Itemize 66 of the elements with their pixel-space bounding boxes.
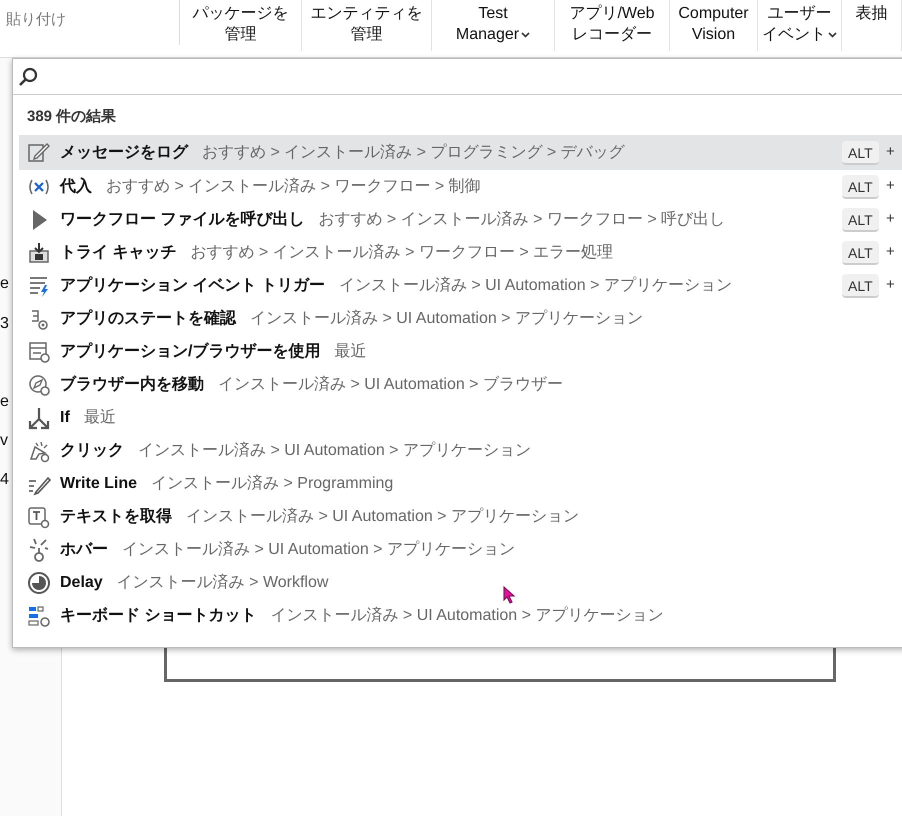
- category-path: インストール済み > UI Automation > アプリケーション: [138, 440, 531, 460]
- window-gear-icon: [27, 340, 51, 364]
- text-frame-icon: [27, 504, 51, 528]
- category-path: インストール済み > UI Automation > アプリケーション: [270, 606, 664, 626]
- plus-sign: +: [886, 275, 895, 296]
- activity-name: トライ キャッチ: [60, 242, 176, 262]
- tray-arrow-icon: [27, 240, 51, 264]
- shortcut-key: ALT: [842, 240, 879, 264]
- category-path: インストール済み > UI Automation > アプリケーション: [250, 308, 643, 328]
- activity-name: ワークフロー ファイルを呼び出し: [60, 209, 304, 230]
- mouse-pointer-icon: [503, 586, 517, 604]
- category-path: おすすめ > インストール済み > ワークフロー > エラー処理: [190, 242, 614, 262]
- background-text: e: [0, 392, 9, 412]
- category-path: インストール済み > UI Automation > アプリケーション: [338, 276, 732, 296]
- ribbon-button[interactable]: Test Manager: [432, 0, 555, 51]
- ribbon-button[interactable]: 表抽: [842, 0, 902, 51]
- shortcut-key: ALT: [842, 174, 879, 198]
- activity-name: ブラウザー内を移動: [60, 374, 204, 394]
- activity-name: キーボード ショートカット: [60, 606, 256, 626]
- clock-icon: [27, 570, 51, 594]
- activity-name: アプリのステートを確認: [60, 308, 236, 328]
- shortcut-key: ALT: [842, 140, 879, 164]
- activity-name: 代入: [60, 176, 92, 196]
- activity-name: If: [60, 408, 70, 428]
- note-pencil-icon: [27, 140, 51, 164]
- activity-name: ホバー: [60, 540, 108, 560]
- search-icon: [17, 66, 39, 88]
- activity-name: Delay: [60, 572, 103, 592]
- plus-sign: +: [886, 142, 895, 162]
- plus-sign: +: [886, 176, 895, 196]
- background-text: 3: [0, 314, 9, 334]
- compass-icon: [27, 372, 51, 396]
- activity-name: アプリケーション/ブラウザーを使用: [60, 341, 320, 362]
- category-path: インストール済み > UI Automation > アプリケーション: [186, 506, 579, 526]
- paste-label[interactable]: 貼り付け: [6, 8, 66, 31]
- category-path: おすすめ > インストール済み > ワークフロー > 制御: [106, 176, 481, 196]
- ribbon-button[interactable]: ユーザー イベント: [758, 0, 842, 51]
- result-item[interactable]: メッセージをログ おすすめ > インストール済み > プログラミング > デバッグ ALT +: [19, 135, 902, 170]
- category-path: インストール済み > Programming: [151, 474, 394, 494]
- ribbon-button[interactable]: Computer Vision: [670, 0, 758, 51]
- category-path: 最近: [334, 342, 366, 362]
- background-text: 4: [0, 470, 9, 490]
- keys-grid-icon: [27, 604, 51, 628]
- plus-sign: +: [886, 242, 895, 262]
- ribbon-button[interactable]: アプリ/Web レコーダー: [555, 0, 670, 51]
- activity-name: テキストを取得: [60, 506, 172, 526]
- sparkle-dot-icon: [27, 538, 51, 562]
- shortcut-key: ALT: [842, 274, 879, 298]
- activity-name: メッセージをログ: [60, 142, 188, 162]
- result-count: 389 件の結果: [27, 108, 116, 125]
- category-path: インストール済み > UI Automation > アプリケーション: [122, 540, 515, 560]
- activity-name: クリック: [60, 440, 124, 460]
- branch-arrows-icon: [27, 406, 51, 430]
- background-text: e: [0, 274, 9, 294]
- shortcut-key: ALT: [842, 208, 879, 232]
- ribbon-button[interactable]: パッケージを 管理: [180, 0, 302, 51]
- ribbon-button[interactable]: エンティティを 管理: [302, 0, 432, 51]
- category-path: おすすめ > インストール済み > ワークフロー > 呼び出し: [318, 210, 726, 230]
- category-path: おすすめ > インストール済み > プログラミング > デバッグ: [202, 142, 625, 162]
- category-path: 最近: [84, 408, 116, 428]
- plus-sign: +: [886, 209, 895, 230]
- activity-name: アプリケーション イベント トリガー: [60, 275, 325, 296]
- background-text: v: [0, 431, 8, 451]
- category-path: インストール済み > Workflow: [116, 572, 328, 592]
- activity-name: Write Line: [60, 474, 138, 494]
- category-path: インストール済み > UI Automation > ブラウザー: [218, 374, 563, 394]
